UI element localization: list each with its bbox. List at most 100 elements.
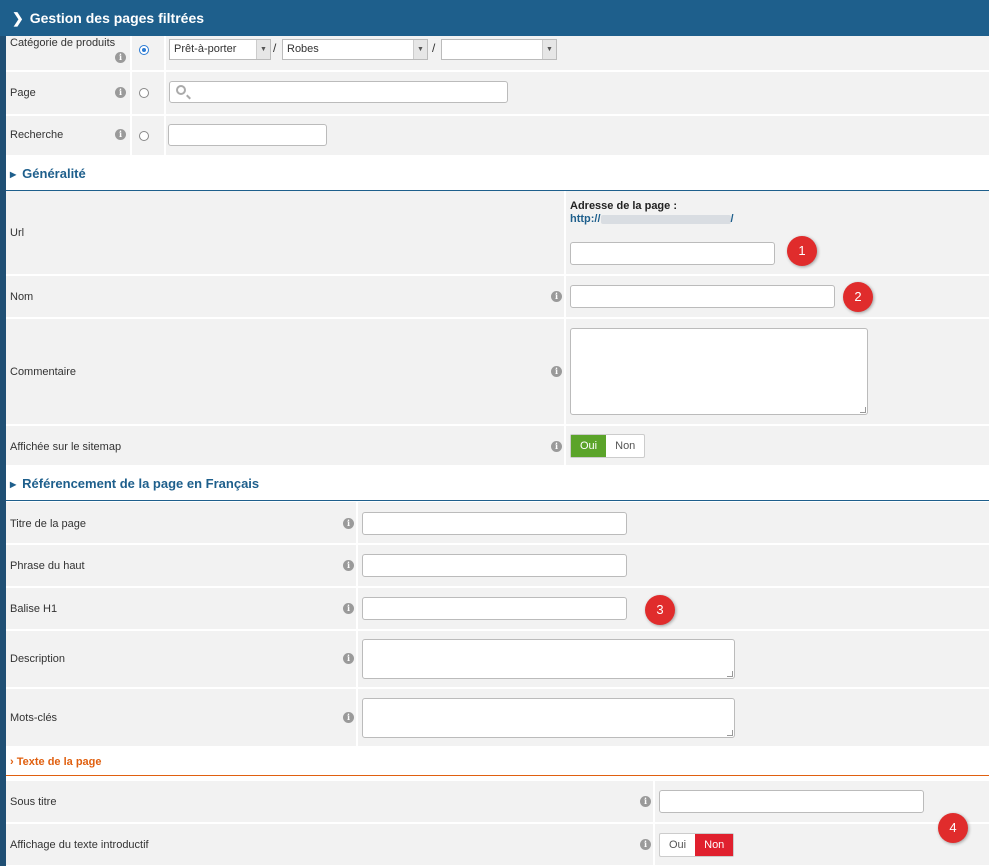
category-select-2-value: Robes (287, 43, 319, 55)
divider (564, 319, 566, 424)
phrase-label: Phrase du haut (10, 560, 85, 572)
page-header: ❯ Gestion des pages filtrées (0, 0, 989, 36)
section-texte-title: Texte de la page (16, 756, 102, 768)
divider (356, 689, 358, 746)
address-prefix: http:// (570, 213, 601, 225)
sitemap-toggle: Oui Non (570, 434, 646, 458)
caret-down-icon: ▼ (542, 40, 556, 59)
category-select-1-value: Prêt-à-porter (174, 43, 237, 55)
category-select-3[interactable]: ▼ (441, 39, 557, 60)
separator: / (432, 41, 436, 55)
info-icon: i (551, 366, 562, 377)
commentaire-label: Commentaire (10, 366, 77, 378)
resize-grip-icon[interactable] (860, 407, 866, 413)
divider (356, 545, 358, 586)
caret-down-icon: ▼ (413, 40, 427, 59)
annotation-badge-3: 3 (645, 595, 675, 625)
divider (356, 588, 358, 629)
search-input[interactable] (168, 124, 327, 146)
category-select-1[interactable]: Prêt-à-porter ▼ (169, 39, 271, 60)
info-icon: i (640, 839, 651, 850)
annotation-badge-4: 4 (938, 813, 968, 843)
category-select-2[interactable]: Robes ▼ (282, 39, 428, 60)
annotation-badge-2: 2 (843, 282, 873, 312)
nom-input[interactable] (570, 285, 835, 308)
separator: / (273, 41, 277, 55)
page-search-input[interactable] (169, 81, 508, 103)
caret-right-icon: ▶ (10, 480, 17, 489)
chevron-right-icon: › (10, 756, 14, 768)
address-url[interactable]: http:// / (570, 213, 734, 225)
h1-label: Balise H1 (10, 603, 58, 615)
section-generalite-title: Généralité (22, 166, 86, 181)
section-generalite: ▶ Généralité (6, 157, 989, 191)
description-textarea[interactable] (362, 639, 735, 679)
titre-input[interactable] (362, 512, 627, 535)
description-label: Description (10, 653, 66, 665)
sitemap-yes-button[interactable]: Oui (571, 435, 607, 457)
info-icon: i (343, 560, 354, 571)
commentaire-row: Commentaire i (6, 319, 989, 425)
chevron-right-icon: ❯ (12, 10, 24, 26)
affichage-no-button[interactable]: Non (695, 834, 734, 856)
address-suffix: / (730, 213, 734, 225)
sitemap-label: Affichée sur le sitemap (10, 441, 122, 453)
category-radio[interactable] (139, 45, 149, 55)
titre-row: Titre de la page i (6, 502, 989, 544)
search-radio[interactable] (139, 131, 149, 141)
resize-grip-icon[interactable] (727, 671, 733, 677)
description-row: Description i (6, 631, 989, 688)
search-row: Recherche i (6, 116, 989, 156)
url-label: Url (10, 227, 25, 239)
page-radio[interactable] (139, 88, 149, 98)
category-label: Catégorie de produits (10, 37, 116, 49)
caret-down-icon: ▼ (256, 40, 270, 59)
divider (564, 426, 566, 465)
url-row: Url Adresse de la page : http:// / (6, 191, 989, 275)
sitemap-no-button[interactable]: Non (606, 435, 644, 457)
divider (130, 116, 132, 155)
h1-row: Balise H1 i (6, 588, 989, 630)
info-icon: i (343, 653, 354, 664)
nom-row: Nom i (6, 276, 989, 318)
affichage-toggle: Oui Non (659, 833, 735, 857)
blurred-path (600, 214, 731, 224)
divider (130, 72, 132, 114)
sous-titre-label: Sous titre (10, 796, 57, 808)
divider (164, 72, 166, 114)
divider (564, 276, 566, 317)
h1-input[interactable] (362, 597, 627, 620)
annotation-badge-1: 1 (787, 236, 817, 266)
info-icon: i (343, 712, 354, 723)
page-row: Page i (6, 72, 989, 115)
resize-grip-icon[interactable] (727, 730, 733, 736)
search-icon (176, 85, 186, 95)
url-input[interactable] (570, 242, 775, 265)
divider (564, 191, 566, 274)
info-icon: i (640, 796, 651, 807)
phrase-input[interactable] (362, 554, 627, 577)
divider (130, 36, 132, 70)
affichage-label: Affichage du texte introductif (10, 839, 149, 851)
affichage-yes-button[interactable]: Oui (660, 834, 695, 856)
info-icon: i (115, 129, 126, 140)
search-label: Recherche (10, 129, 64, 141)
commentaire-textarea[interactable] (570, 328, 868, 415)
titre-label: Titre de la page (10, 518, 87, 530)
divider (653, 781, 655, 822)
sous-titre-input[interactable] (659, 790, 924, 813)
info-icon: i (343, 603, 354, 614)
page-title: Gestion des pages filtrées (29, 10, 205, 26)
divider (653, 824, 655, 865)
section-texte: › Texte de la page (6, 748, 989, 776)
info-icon: i (551, 291, 562, 302)
divider (164, 36, 166, 70)
divider (356, 502, 358, 543)
category-row: Catégorie de produits i Prêt-à-porter ▼ … (6, 36, 989, 71)
keywords-label: Mots-clés (10, 712, 58, 724)
section-referencement-title: Référencement de la page en Français (22, 476, 260, 491)
nom-label: Nom (10, 291, 34, 303)
address-label: Adresse de la page : (570, 200, 677, 212)
affichage-row: Affichage du texte introductif i Oui Non (6, 824, 989, 866)
keywords-textarea[interactable] (362, 698, 735, 738)
